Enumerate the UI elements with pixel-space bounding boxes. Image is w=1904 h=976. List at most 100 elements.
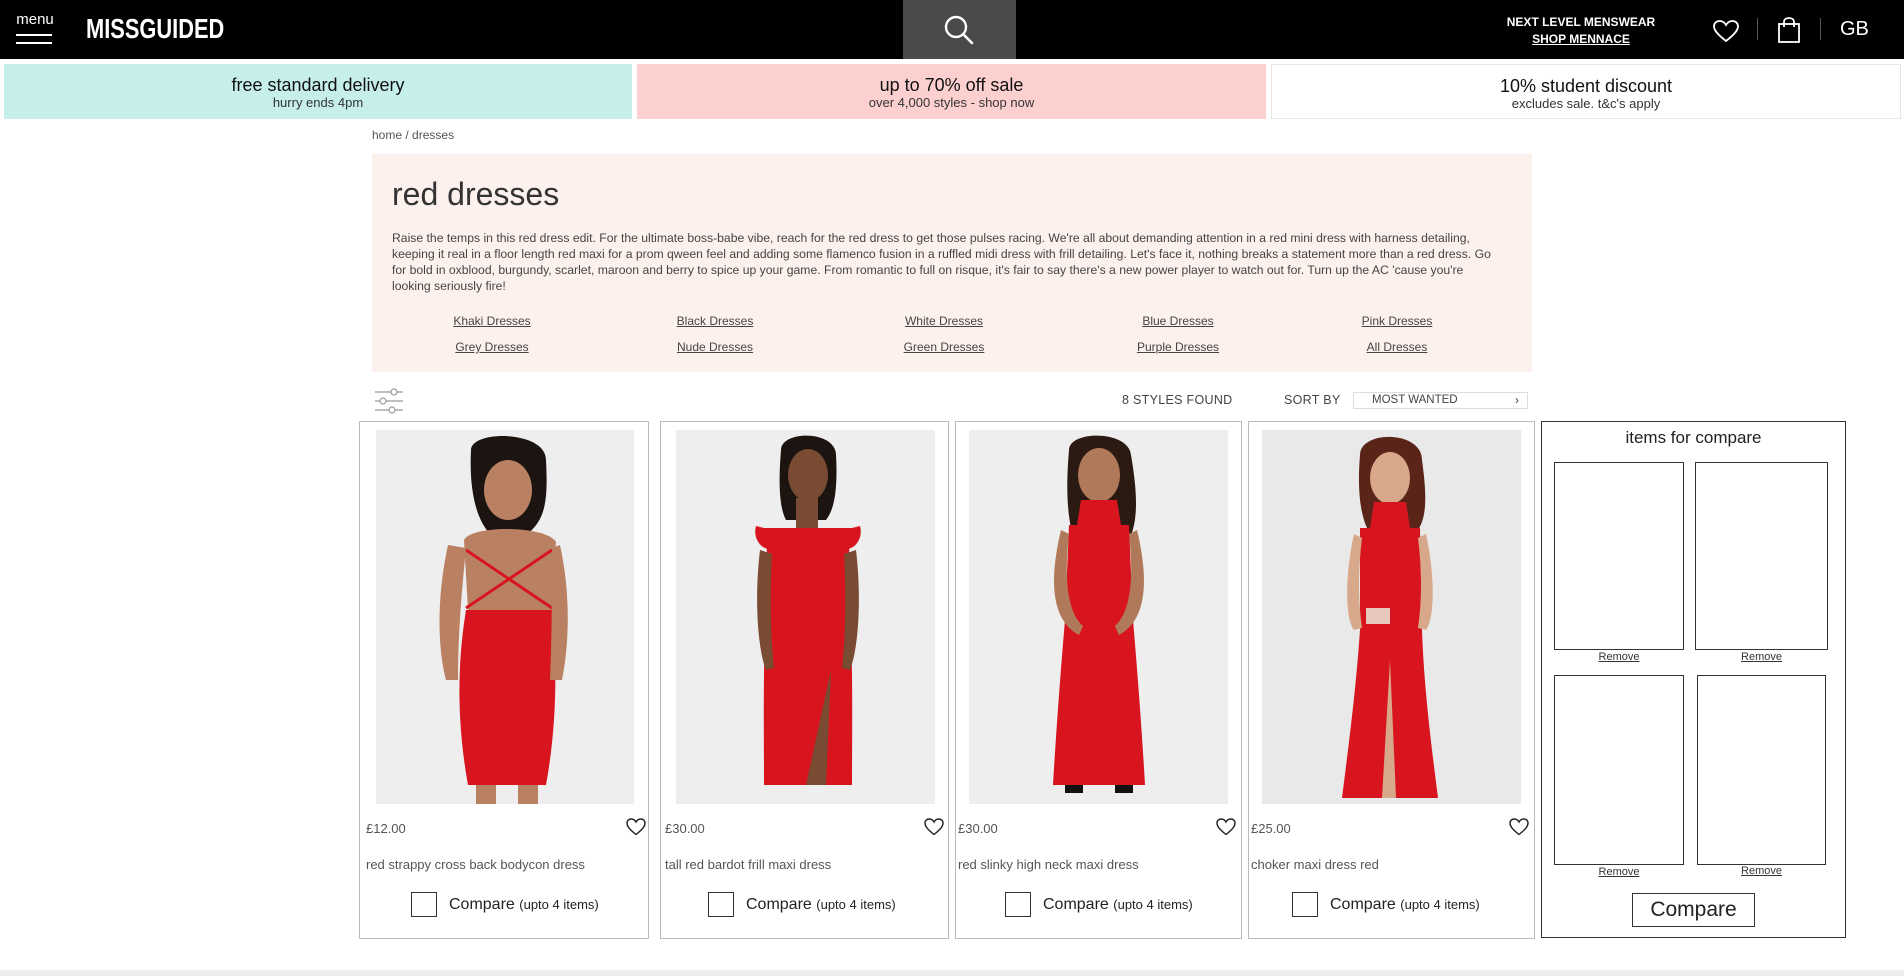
compare-label: Compare (upto 4 items) (746, 896, 896, 914)
compare-option: Compare (upto 4 items) (1005, 892, 1235, 918)
search-icon (944, 15, 974, 45)
compare-note: (upto 4 items) (816, 897, 896, 912)
compare-option: Compare (upto 4 items) (1292, 892, 1522, 918)
product-image[interactable] (376, 430, 634, 804)
product-image[interactable] (676, 430, 935, 804)
product-price: £25.00 (1251, 821, 1291, 836)
remove-link[interactable]: Remove (1554, 866, 1684, 878)
compare-label: Compare (upto 4 items) (1043, 896, 1193, 914)
sort-select-value: MOST WANTED (1372, 394, 1458, 406)
promo-title: 10% student discount (1499, 76, 1673, 96)
add-to-wishlist-heart-icon[interactable] (1216, 818, 1236, 836)
compare-slot (1554, 675, 1684, 865)
compare-checkbox[interactable] (1005, 892, 1031, 917)
product-photo-red-bardot-maxi (676, 430, 935, 804)
promo-title: up to 70% off sale (879, 75, 1024, 95)
product-image[interactable] (1262, 430, 1521, 804)
product-price: £30.00 (958, 821, 998, 836)
page-title: red dresses (392, 176, 560, 212)
category-link-green[interactable]: Green Dresses (874, 340, 1014, 354)
filter-sliders-icon[interactable] (374, 388, 404, 414)
product-price: £12.00 (366, 821, 406, 836)
menu-label: menu (16, 11, 54, 28)
compare-checkbox[interactable] (1292, 892, 1318, 917)
add-to-wishlist-heart-icon[interactable] (626, 818, 646, 836)
promo-sale[interactable]: up to 70% off sale over 4,000 styles - s… (637, 64, 1266, 119)
header-divider (1757, 18, 1758, 40)
compare-note: (upto 4 items) (1113, 897, 1193, 912)
search-button[interactable] (903, 0, 1016, 59)
category-intro: red dresses Raise the temps in this red … (372, 154, 1532, 372)
category-link-purple[interactable]: Purple Dresses (1108, 340, 1248, 354)
missguided-logo[interactable]: MISSGUIDED (86, 13, 224, 45)
menswear-promo: NEXT LEVEL MENSWEAR SHOP MENNACE (1500, 14, 1662, 48)
compare-checkbox[interactable] (708, 892, 734, 917)
promo-subtitle: over 4,000 styles - shop now (868, 95, 1035, 110)
breadcrumb: home / dresses (372, 128, 454, 142)
category-link-nude[interactable]: Nude Dresses (645, 340, 785, 354)
promo-free-delivery[interactable]: free standard delivery hurry ends 4pm (4, 64, 632, 119)
compare-note: (upto 4 items) (519, 897, 599, 912)
product-name[interactable]: red strappy cross back bodycon dress (366, 857, 585, 872)
compare-slot (1695, 462, 1828, 650)
product-photo-choker-maxi-red (1262, 430, 1521, 804)
sort-select[interactable]: MOST WANTED › (1353, 392, 1528, 409)
chevron-right-icon: › (1515, 393, 1519, 407)
hamburger-icon (16, 34, 52, 50)
promo-subtitle: hurry ends 4pm (272, 95, 364, 110)
product-name[interactable]: choker maxi dress red (1251, 857, 1379, 872)
compare-text: Compare (1043, 896, 1109, 913)
breadcrumb-current[interactable]: dresses (412, 128, 454, 142)
compare-text: Compare (746, 896, 812, 913)
header-divider (1820, 18, 1821, 40)
compare-text: Compare (1330, 896, 1396, 913)
sort-by-label: SORT BY (1284, 393, 1341, 407)
wishlist-heart-icon[interactable] (1713, 20, 1739, 43)
product-card: £30.00 red slinky high neck maxi dress C… (955, 421, 1242, 939)
shop-mennace-link[interactable]: SHOP MENNACE (1500, 31, 1662, 48)
promo-student-discount[interactable]: 10% student discount excludes sale. t&c'… (1271, 64, 1901, 119)
remove-link[interactable]: Remove (1695, 865, 1828, 877)
product-card: £12.00 red strappy cross back bodycon dr… (359, 421, 649, 939)
compare-panel-title: items for compare (1625, 428, 1762, 447)
product-photo-red-high-neck-maxi (969, 430, 1228, 804)
page-bottom-bar (0, 970, 1904, 976)
compare-slot (1554, 462, 1684, 650)
category-link-pink[interactable]: Pink Dresses (1327, 314, 1467, 328)
compare-label: Compare (upto 4 items) (449, 896, 599, 914)
shopping-bag-icon[interactable] (1778, 17, 1800, 43)
category-description: Raise the temps in this red dress edit. … (392, 231, 1491, 293)
product-card: £30.00 tall red bardot frill maxi dress … (660, 421, 949, 939)
category-link-black[interactable]: Black Dresses (645, 314, 785, 328)
category-link-blue[interactable]: Blue Dresses (1108, 314, 1248, 328)
compare-slot (1697, 675, 1826, 865)
compare-option: Compare (upto 4 items) (411, 892, 641, 918)
remove-link[interactable]: Remove (1695, 651, 1828, 663)
product-name[interactable]: tall red bardot frill maxi dress (665, 857, 831, 872)
promo-subtitle: excludes sale. t&c's apply (1511, 96, 1661, 111)
menu-button[interactable]: menu (14, 12, 56, 46)
compare-option: Compare (upto 4 items) (708, 892, 938, 918)
compare-panel: items for compare Remove Remove Remove R… (1541, 421, 1846, 938)
product-photo-red-bodycon (376, 430, 634, 804)
breadcrumb-home[interactable]: home (372, 128, 402, 142)
top-header: menu MISSGUIDED NEXT LEVEL MENSWEAR SHOP… (0, 0, 1904, 59)
styles-found-count: 8 STYLES FOUND (1122, 393, 1233, 407)
product-image[interactable] (969, 430, 1228, 804)
product-name[interactable]: red slinky high neck maxi dress (958, 857, 1139, 872)
add-to-wishlist-heart-icon[interactable] (1509, 818, 1529, 836)
compare-note: (upto 4 items) (1400, 897, 1480, 912)
remove-link[interactable]: Remove (1554, 651, 1684, 663)
add-to-wishlist-heart-icon[interactable] (924, 818, 944, 836)
category-link-khaki[interactable]: Khaki Dresses (422, 314, 562, 328)
country-selector[interactable]: GB (1840, 18, 1869, 41)
compare-text: Compare (449, 896, 515, 913)
page: menu MISSGUIDED NEXT LEVEL MENSWEAR SHOP… (0, 0, 1904, 976)
promo-title: free standard delivery (231, 75, 405, 95)
compare-label: Compare (upto 4 items) (1330, 896, 1480, 914)
compare-checkbox[interactable] (411, 892, 437, 917)
compare-button[interactable]: Compare (1632, 893, 1755, 927)
category-link-white[interactable]: White Dresses (874, 314, 1014, 328)
category-link-grey[interactable]: Grey Dresses (422, 340, 562, 354)
category-link-all[interactable]: All Dresses (1327, 340, 1467, 354)
